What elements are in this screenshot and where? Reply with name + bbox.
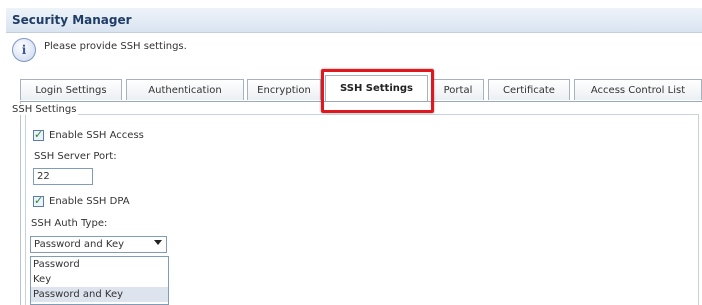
tab-access-control-list[interactable]: Access Control List bbox=[574, 79, 702, 100]
ssh-server-port-label: SSH Server Port: bbox=[34, 151, 117, 162]
tab-login-settings[interactable]: Login Settings bbox=[20, 79, 122, 100]
enable-ssh-access-checkbox[interactable]: ✓ bbox=[33, 128, 44, 141]
ssh-auth-type-select[interactable]: Password and Key bbox=[30, 236, 167, 253]
auth-option-password-and-key[interactable]: Password and Key bbox=[31, 287, 168, 302]
tab-authentication[interactable]: Authentication bbox=[126, 79, 244, 100]
info-bar: i Please provide SSH settings. bbox=[6, 34, 702, 64]
tab-encryption[interactable]: Encryption bbox=[247, 79, 321, 100]
tab-portal[interactable]: Portal bbox=[432, 79, 484, 100]
ssh-auth-type-dropdown: Password Key Password and Key bbox=[30, 256, 169, 305]
enable-ssh-access-label: Enable SSH Access bbox=[49, 129, 144, 141]
info-message: Please provide SSH settings. bbox=[44, 41, 187, 52]
enable-ssh-dpa-row[interactable]: ✓ Enable SSH DPA bbox=[33, 194, 130, 208]
auth-option-password[interactable]: Password bbox=[31, 257, 168, 272]
window-title: Security Manager bbox=[12, 13, 132, 27]
chevron-down-icon[interactable] bbox=[154, 240, 162, 245]
ssh-settings-legend: SSH Settings bbox=[10, 104, 79, 115]
enable-ssh-dpa-checkbox[interactable]: ✓ bbox=[33, 194, 44, 207]
auth-option-key[interactable]: Key bbox=[31, 272, 168, 287]
enable-ssh-dpa-label: Enable SSH DPA bbox=[49, 195, 130, 207]
enable-ssh-access-row[interactable]: ✓ Enable SSH Access bbox=[33, 128, 144, 142]
ssh-auth-type-value: Password and Key bbox=[34, 239, 125, 250]
ssh-server-port-input[interactable]: 22 bbox=[33, 168, 93, 185]
window-titlebar: Security Manager bbox=[6, 8, 702, 33]
ssh-auth-type-label: SSH Auth Type: bbox=[31, 218, 108, 229]
info-icon: i bbox=[12, 38, 36, 62]
tab-certificate[interactable]: Certificate bbox=[488, 79, 570, 100]
